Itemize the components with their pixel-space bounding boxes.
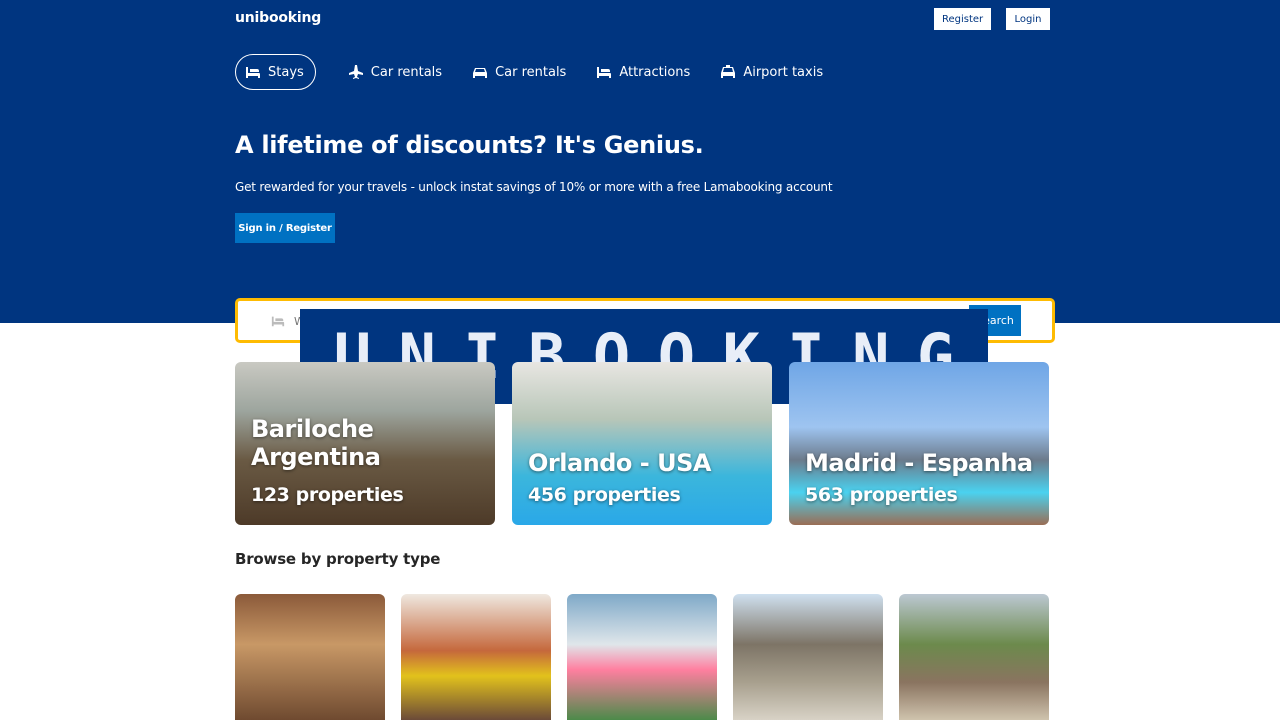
main-nav: Stays Car rentals Car rentals Attraction… xyxy=(235,54,853,90)
nav-item-airport-taxis[interactable]: Airport taxis xyxy=(720,54,823,90)
register-button[interactable]: Register xyxy=(934,8,991,30)
taxi-icon xyxy=(721,65,736,78)
featured-card-madrid[interactable]: Madrid - Espanha 563 properties xyxy=(789,362,1049,525)
featured-card-orlando[interactable]: Orlando - USA 456 properties xyxy=(512,362,772,525)
nav-item-label: Stays xyxy=(268,64,304,80)
bed-icon xyxy=(597,67,612,78)
property-type-card[interactable] xyxy=(733,594,883,720)
nav-item-label: Car rentals xyxy=(495,64,567,80)
nav-item-label: Car rentals xyxy=(370,64,443,80)
nav-item-car-rentals[interactable]: Car rentals xyxy=(472,54,566,90)
featured-properties: 456 properties xyxy=(528,484,681,506)
featured-properties: 563 properties xyxy=(805,484,958,506)
hero-section: unibooking Register Login Stays Car rent… xyxy=(0,0,1280,323)
property-type-card[interactable] xyxy=(567,594,717,720)
featured-card-bariloche[interactable]: Bariloche Argentina 123 properties xyxy=(235,362,495,525)
nav-item-label: Attractions xyxy=(619,64,691,80)
nav-item-stays[interactable]: Stays xyxy=(235,54,316,90)
featured-properties: 123 properties xyxy=(251,484,404,506)
featured-title: Orlando - USA xyxy=(528,449,711,477)
nav-item-attractions[interactable]: Attractions xyxy=(596,54,690,90)
login-button[interactable]: Login xyxy=(1006,8,1050,30)
bed-icon xyxy=(246,67,260,78)
browse-section-title: Browse by property type xyxy=(235,550,441,568)
featured-title: Bariloche Argentina xyxy=(251,415,381,471)
sign-in-register-button[interactable]: Sign in / Register xyxy=(235,213,335,243)
property-type-card[interactable] xyxy=(235,594,385,720)
plane-icon xyxy=(348,65,363,79)
property-type-card[interactable] xyxy=(899,594,1049,720)
bed-icon xyxy=(271,316,285,327)
logo[interactable]: unibooking xyxy=(235,10,321,26)
page-subtitle: Get rewarded for your travels - unlock i… xyxy=(235,180,833,194)
property-type-card[interactable] xyxy=(401,594,551,720)
car-icon xyxy=(473,68,488,78)
nav-item-label: Airport taxis xyxy=(743,64,824,80)
nav-item-flights[interactable]: Car rentals xyxy=(348,54,442,90)
page-title: A lifetime of discounts? It's Genius. xyxy=(235,131,704,159)
featured-title: Madrid - Espanha xyxy=(805,449,1033,477)
